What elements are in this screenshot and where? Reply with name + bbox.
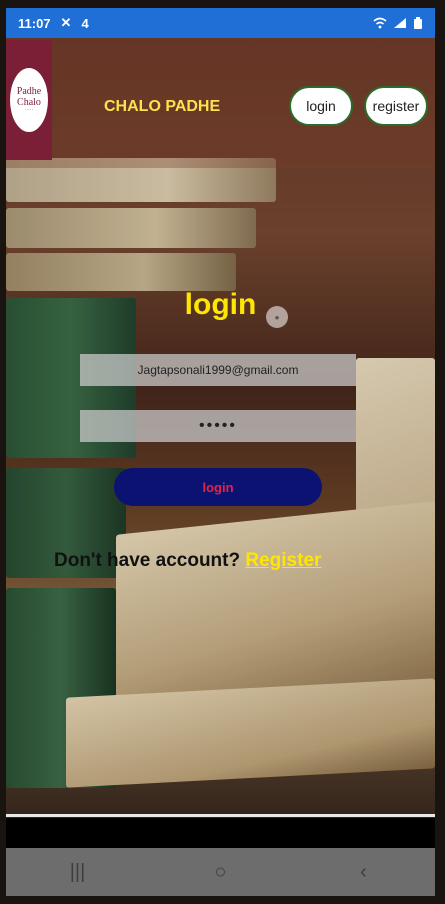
recents-button[interactable]: ||| (54, 852, 102, 892)
home-button[interactable]: ○ (197, 852, 245, 892)
status-time: 11:07 (18, 15, 51, 31)
app-title: CHALO PADHE (104, 98, 221, 115)
notification-icon: ✕ (60, 15, 72, 30)
logo-text-line2: Chalo (17, 97, 41, 108)
logo-text-line1: Padhe (16, 86, 42, 97)
email-field[interactable] (80, 354, 356, 386)
no-account-prompt: Don't have account? Register (54, 550, 321, 572)
phone-screen: 11:07 ✕ 4 Padhe Chalo ····· CHALO PADHE … (6, 8, 435, 896)
login-submit-button[interactable]: login (114, 468, 322, 506)
info-icon[interactable]: • (266, 306, 288, 328)
header-register-button[interactable]: register (364, 86, 428, 126)
notification-count: 4 (81, 15, 89, 31)
wifi-icon (373, 17, 387, 29)
bottom-divider (6, 814, 435, 817)
header-login-button[interactable]: login (289, 86, 353, 126)
signal-icon (394, 18, 406, 28)
battery-icon (414, 17, 422, 29)
register-link[interactable]: Register (245, 550, 321, 571)
system-nav-bar: ||| ○ ‹ (6, 848, 435, 896)
no-account-text: Don't have account? (54, 550, 246, 571)
password-field[interactable] (80, 410, 356, 442)
app-logo[interactable]: Padhe Chalo ····· (6, 40, 52, 160)
back-button[interactable]: ‹ (340, 852, 388, 892)
status-bar: 11:07 ✕ 4 (6, 8, 435, 38)
login-heading: login (184, 288, 257, 321)
app-header: Padhe Chalo ····· CHALO PADHE login regi… (6, 38, 435, 168)
